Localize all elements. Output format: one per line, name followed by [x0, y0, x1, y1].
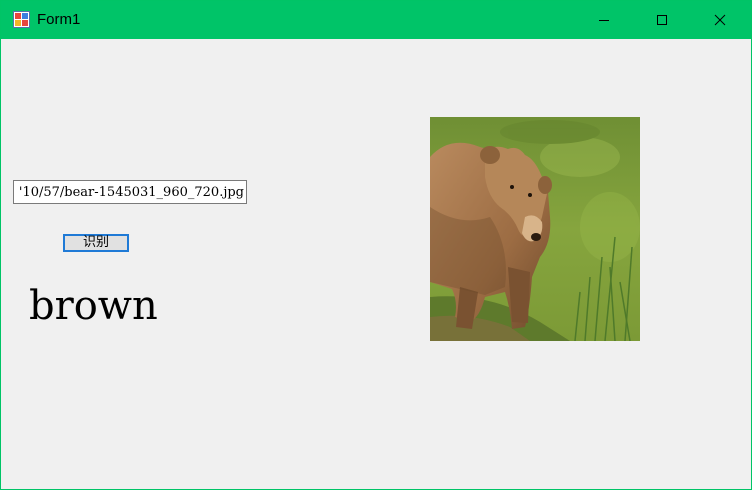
image-path-input[interactable]: '10/57/bear-1545031_960_720.jpg — [13, 180, 247, 204]
bear-image — [430, 117, 640, 341]
close-icon — [714, 14, 726, 26]
image-path-text: '10/57/bear-1545031_960_720.jpg — [18, 185, 244, 200]
title-bar[interactable]: Form1 — [1, 1, 751, 39]
app-icon — [13, 11, 30, 28]
maximize-icon — [657, 15, 667, 25]
minimize-icon — [599, 20, 609, 21]
maximize-button[interactable] — [639, 1, 685, 39]
minimize-button[interactable] — [581, 1, 627, 39]
result-label: brown — [29, 283, 158, 329]
form-window: Form1 '10/57/bear-1545031_960_720.jpg 识别… — [0, 0, 752, 490]
bear-picture — [430, 117, 640, 341]
recognize-button[interactable]: 识别 — [63, 234, 129, 252]
window-title: Form1 — [37, 11, 81, 28]
close-button[interactable] — [697, 1, 743, 39]
